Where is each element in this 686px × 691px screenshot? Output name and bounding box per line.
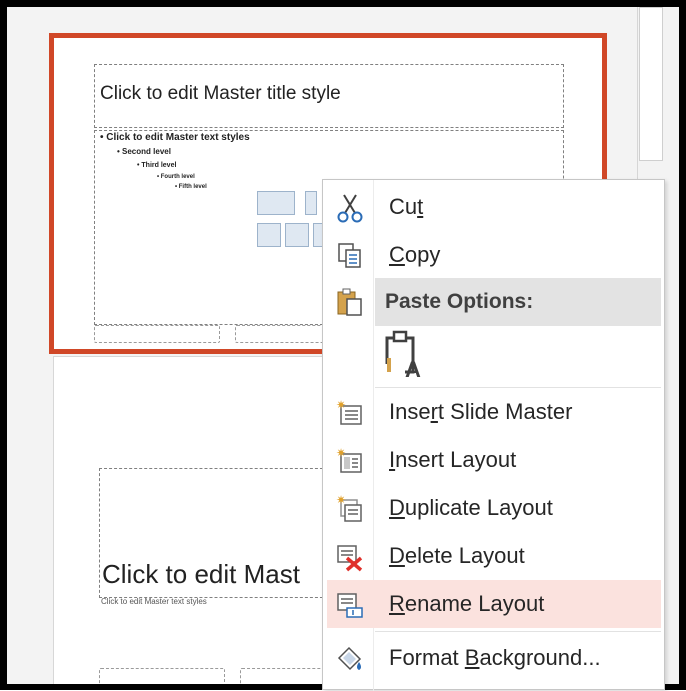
title-placeholder: Click to edit Master title style: [94, 64, 564, 128]
layout-title-text: Click to edit Mast: [102, 559, 300, 589]
bullet-level-4: • Fourth level: [157, 174, 195, 180]
layout-date-placeholder: [99, 668, 225, 684]
bullet-level-2: • Second level: [117, 147, 171, 156]
copy-icon: [338, 243, 361, 268]
bullet-level-1: • Click to edit Master text styles: [100, 132, 250, 143]
paste-options-label: Paste Options:: [385, 290, 534, 313]
menu-item-label: Delete Layout: [389, 543, 525, 568]
svg-text:✷: ✷: [336, 494, 346, 507]
paste-icon: [337, 288, 362, 316]
delete-layout-icon: [337, 545, 363, 572]
menu-item-format-background[interactable]: Format Background...: [327, 634, 661, 682]
date-placeholder: [94, 325, 220, 343]
rename-layout-icon: [337, 593, 363, 618]
online-picture-icon: [285, 223, 309, 247]
menu-item-label: Insert Layout: [389, 447, 517, 472]
chart-icon: [305, 191, 317, 215]
insert-layout-icon: ✷: [336, 446, 362, 473]
menu-item-label: Format Background...: [389, 645, 601, 670]
table-icon: [257, 191, 295, 215]
context-menu: Cut Copy Paste Options: A ✷ Insert Slide…: [322, 179, 665, 691]
footer-placeholder: [235, 325, 335, 343]
format-background-icon: [337, 646, 362, 671]
scrollbar-thumb[interactable]: [639, 7, 663, 161]
menu-item-copy[interactable]: Copy: [327, 231, 661, 279]
layout-subtitle-text: Click to edit Master text styles: [101, 597, 207, 606]
duplicate-layout-icon: ✷: [336, 494, 362, 522]
menu-item-delete-layout[interactable]: Delete Layout: [327, 532, 661, 580]
menu-item-label: Cut: [389, 194, 424, 219]
menu-item-cut[interactable]: Cut: [327, 183, 661, 231]
menu-item-duplicate-layout[interactable]: ✷ Duplicate Layout: [327, 484, 661, 532]
picture-icon: [257, 223, 281, 247]
bullet-level-3: • Third level: [137, 162, 177, 169]
svg-text:✷: ✷: [336, 398, 346, 412]
menu-item-label: Copy: [389, 242, 441, 267]
menu-item-label: Insert Slide Master: [389, 399, 573, 424]
menu-item-insert-slide-master[interactable]: ✷ Insert Slide Master: [327, 388, 661, 436]
paste-options-header: Paste Options:: [375, 278, 661, 326]
paste-a-glyph: A: [405, 357, 421, 380]
menu-item-rename-layout[interactable]: Rename Layout: [327, 580, 661, 628]
bullet-level-5: • Fifth level: [175, 184, 207, 190]
menu-separator: [375, 631, 661, 632]
scissors-icon: [337, 194, 363, 223]
paste-keep-text-icon[interactable]: A: [383, 330, 427, 380]
master-title-text: Click to edit Master title style: [100, 83, 341, 104]
menu-item-label: Rename Layout: [389, 591, 545, 616]
insert-slide-master-icon: ✷: [336, 398, 362, 425]
menu-item-insert-layout[interactable]: ✷ Insert Layout: [327, 436, 661, 484]
menu-item-label: Duplicate Layout: [389, 495, 553, 520]
svg-text:✷: ✷: [336, 446, 346, 460]
